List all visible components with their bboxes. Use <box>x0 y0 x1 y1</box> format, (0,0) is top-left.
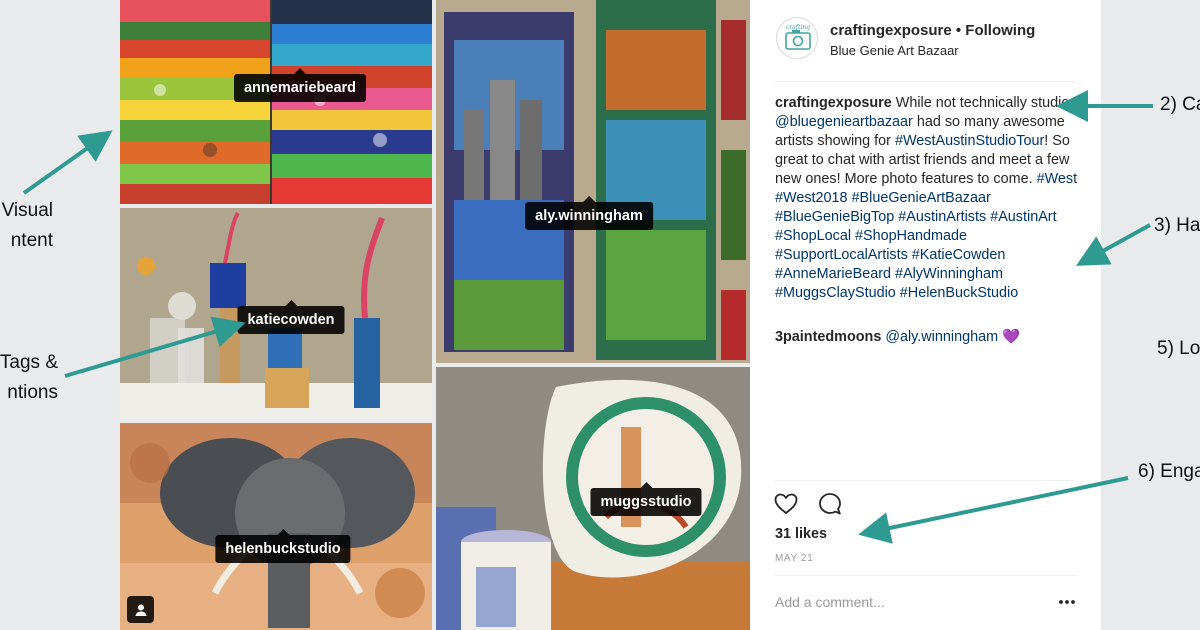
annotation-engagement: 6) Enga <box>1138 461 1200 482</box>
photo-tag[interactable]: annemariebeard <box>233 68 367 102</box>
post-username[interactable]: craftingexposure <box>830 22 952 39</box>
post-header: crafting craftingexposure • Following Bl… <box>750 0 1101 80</box>
caption-text: While not technically studios, <box>891 95 1081 111</box>
camera-logo-icon: crafting <box>785 24 811 50</box>
mention-link[interactable]: @aly.winningham <box>885 329 998 345</box>
dot-separator: • <box>955 22 966 39</box>
annotation-location: 5) Lo <box>1157 338 1200 359</box>
hashtag-link[interactable]: #AnneMarieBeard <box>775 266 891 282</box>
person-icon <box>135 604 146 616</box>
annotation-tags-line1: Tags & <box>0 352 58 373</box>
add-comment-input[interactable]: Add a comment... <box>775 594 885 610</box>
user-tag-icon[interactable] <box>127 596 154 623</box>
hashtag-link[interactable]: #AlyWinningham <box>895 266 1003 282</box>
hashtag-link[interactable]: #AustinArt <box>990 209 1056 225</box>
post-location[interactable]: Blue Genie Art Bazaar <box>830 43 959 58</box>
heart-icon[interactable] <box>772 490 800 518</box>
photo-tag[interactable]: muggsstudio <box>590 482 702 516</box>
photo-fabric[interactable]: annemariebeard <box>120 0 432 204</box>
follow-status-button[interactable]: Following <box>965 22 1035 39</box>
header-divider <box>775 81 1076 82</box>
photo-ceramics[interactable]: muggsstudio <box>436 367 750 630</box>
annotation-visual-line2: ntent <box>10 230 53 251</box>
hashtag-link[interactable]: #BlueGenieBigTop <box>775 209 894 225</box>
header-handle-line: craftingexposure • Following <box>830 22 1035 39</box>
arrow-visual-content <box>22 130 113 195</box>
fabric-image <box>120 0 432 204</box>
hashtag-link[interactable]: #HelenBuckStudio <box>900 285 1018 301</box>
hashtag-link[interactable]: #ShopHandmade <box>855 228 967 244</box>
post-caption: craftingexposure While not technically s… <box>775 94 1085 303</box>
annotation-visual-line1: Visual <box>1 200 53 221</box>
mention-link[interactable]: @bluegenieartbazaar <box>775 114 913 130</box>
mosaic-image <box>436 0 750 363</box>
hashtag-link[interactable]: #MuggsClayStudio <box>775 285 896 301</box>
annotation-visual-content: Visual ntent <box>2 196 53 256</box>
annotation-hashtags: 3) Ha <box>1154 215 1200 236</box>
photo-mosaic[interactable]: aly.winningham <box>436 0 750 363</box>
actions-divider <box>775 480 1076 481</box>
post-date: MAY 21 <box>775 553 814 564</box>
hashtag-link[interactable]: #SupportLocalArtists <box>775 247 908 263</box>
more-options-icon[interactable] <box>1055 590 1079 614</box>
hashtag-link[interactable]: #West2018 <box>775 190 848 206</box>
avatar[interactable]: crafting <box>776 17 818 59</box>
annotation-tags-line2: ntions <box>7 382 58 403</box>
caption-username[interactable]: craftingexposure <box>775 95 892 111</box>
photo-tag[interactable]: aly.winningham <box>525 196 653 230</box>
photo-tag[interactable]: katiecowden <box>237 300 345 334</box>
avatar-logo-text: crafting <box>786 24 810 31</box>
photo-wood-flowers[interactable]: katiecowden <box>120 208 432 419</box>
comment-icon[interactable] <box>816 490 844 518</box>
hashtag-link[interactable]: #West <box>1037 171 1078 187</box>
hashtag-link[interactable]: #WestAustinStudioTour <box>895 133 1044 149</box>
annotation-caption: 2) Ca <box>1160 94 1200 115</box>
hashtag-link[interactable]: #BlueGenieArtBazaar <box>852 190 991 206</box>
comment-divider <box>775 575 1076 576</box>
hashtag-link[interactable]: #AustinArtists <box>898 209 986 225</box>
elephant-image <box>120 423 432 630</box>
hashtag-link[interactable]: #ShopLocal <box>775 228 851 244</box>
purple-heart-emoji: 💜 <box>1002 329 1020 345</box>
post-panel: crafting craftingexposure • Following Bl… <box>750 0 1101 630</box>
hashtag-link[interactable]: #KatieCowden <box>912 247 1006 263</box>
annotation-tags-mentions: Tags & ntions <box>0 348 58 408</box>
photo-tag[interactable]: helenbuckstudio <box>215 529 351 563</box>
comment-username[interactable]: 3paintedmoons <box>775 329 881 345</box>
photo-elephant[interactable]: helenbuckstudio <box>120 423 432 630</box>
likes-count[interactable]: 31 likes <box>775 526 827 542</box>
comment-row: 3paintedmoons @aly.winningham 💜 <box>775 328 1085 347</box>
